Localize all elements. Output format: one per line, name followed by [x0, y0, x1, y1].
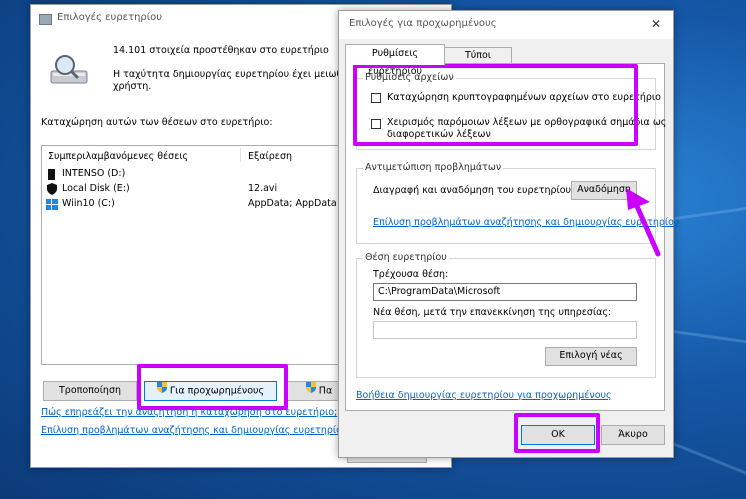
items-count: 14.101 στοιχεία προστέθηκαν στο ευρετήρι… — [113, 45, 329, 56]
rebuild-description: Διαγραφή και αναδόμηση του ευρετηρίου — [373, 185, 572, 196]
troubleshooting-group-label: Αντιμετώπιση προβλημάτων — [363, 162, 504, 173]
index-location-group-label: Θέση ευρετηρίου — [363, 252, 449, 263]
status-line-2: χρήστη. — [113, 81, 152, 92]
locations-list[interactable]: Συμπεριλαμβανόμενες θέσεις Εξαίρεση INTE… — [41, 145, 349, 365]
modify-button[interactable]: Τροποποίηση — [43, 381, 137, 401]
advanced-titlebar: Επιλογές για προχωρημένους ✕ — [339, 11, 673, 39]
indexing-magnifier-icon — [47, 53, 91, 87]
tab-index-settings-label: Ρυθμίσεις ευρετηρίου — [367, 48, 423, 77]
shield-icon — [47, 183, 57, 198]
close-icon[interactable]: ✕ — [651, 17, 661, 31]
list-item[interactable]: INTENSO (D:) — [42, 168, 346, 182]
troubleshoot-search-link[interactable]: Επίλυση προβλημάτων αναζήτησης και δημιο… — [41, 425, 347, 436]
list-item[interactable]: Wiin10 (C:) AppData; AppData — [42, 198, 346, 212]
window-icon — [39, 14, 52, 25]
new-location-label: Νέα θέση, μετά την επανεκκίνηση της υπηρ… — [373, 307, 612, 318]
location-exclude: AppData; AppData — [248, 198, 337, 209]
advanced-window-title: Επιλογές για προχωρημένους — [349, 18, 497, 29]
column-header-included[interactable]: Συμπεριλαμβανόμενες θέσεις — [48, 151, 188, 162]
cancel-button[interactable]: Άκυρο — [601, 425, 665, 445]
highlight-advanced-button — [137, 364, 288, 410]
current-location-field[interactable]: C:\ProgramData\Microsoft — [373, 283, 637, 301]
new-location-field[interactable] — [373, 321, 637, 339]
column-divider — [240, 148, 241, 162]
location-name: INTENSO (D:) — [62, 168, 126, 179]
arrow-pointer-icon — [622, 186, 666, 258]
main-window-title: Επιλογές ευρετηρίου — [57, 12, 163, 23]
drive-icon — [48, 169, 55, 180]
windows-icon — [46, 199, 58, 213]
shield-icon — [305, 382, 316, 400]
location-name: Local Disk (E:) — [62, 183, 130, 194]
current-location-label: Τρέχουσα θέση: — [373, 269, 449, 280]
tab-index-settings[interactable]: Ρυθμίσεις ευρετηρίου — [345, 44, 445, 77]
pause-button-label: Πα — [318, 385, 333, 397]
column-header-exclude[interactable]: Εξαίρεση — [248, 151, 292, 162]
highlight-ok-button — [514, 413, 600, 453]
select-new-button[interactable]: Επιλογή νέας — [545, 347, 637, 366]
list-item[interactable]: Local Disk (E:) 12.avi — [42, 183, 346, 197]
location-exclude: 12.avi — [248, 183, 278, 194]
index-location-group: Θέση ευρετηρίου Τρέχουσα θέση: C:\Progra… — [356, 252, 656, 378]
location-name: Wiin10 (C:) — [62, 198, 115, 209]
advanced-help-link[interactable]: Βοήθεια δημιουργίας ευρετηρίου για προχω… — [356, 390, 612, 401]
index-locations-label: Καταχώρηση αυτών των θέσεων στο ευρετήρι… — [41, 117, 273, 128]
troubleshooting-group: Αντιμετώπιση προβλημάτων Διαγραφή και αν… — [356, 162, 679, 244]
